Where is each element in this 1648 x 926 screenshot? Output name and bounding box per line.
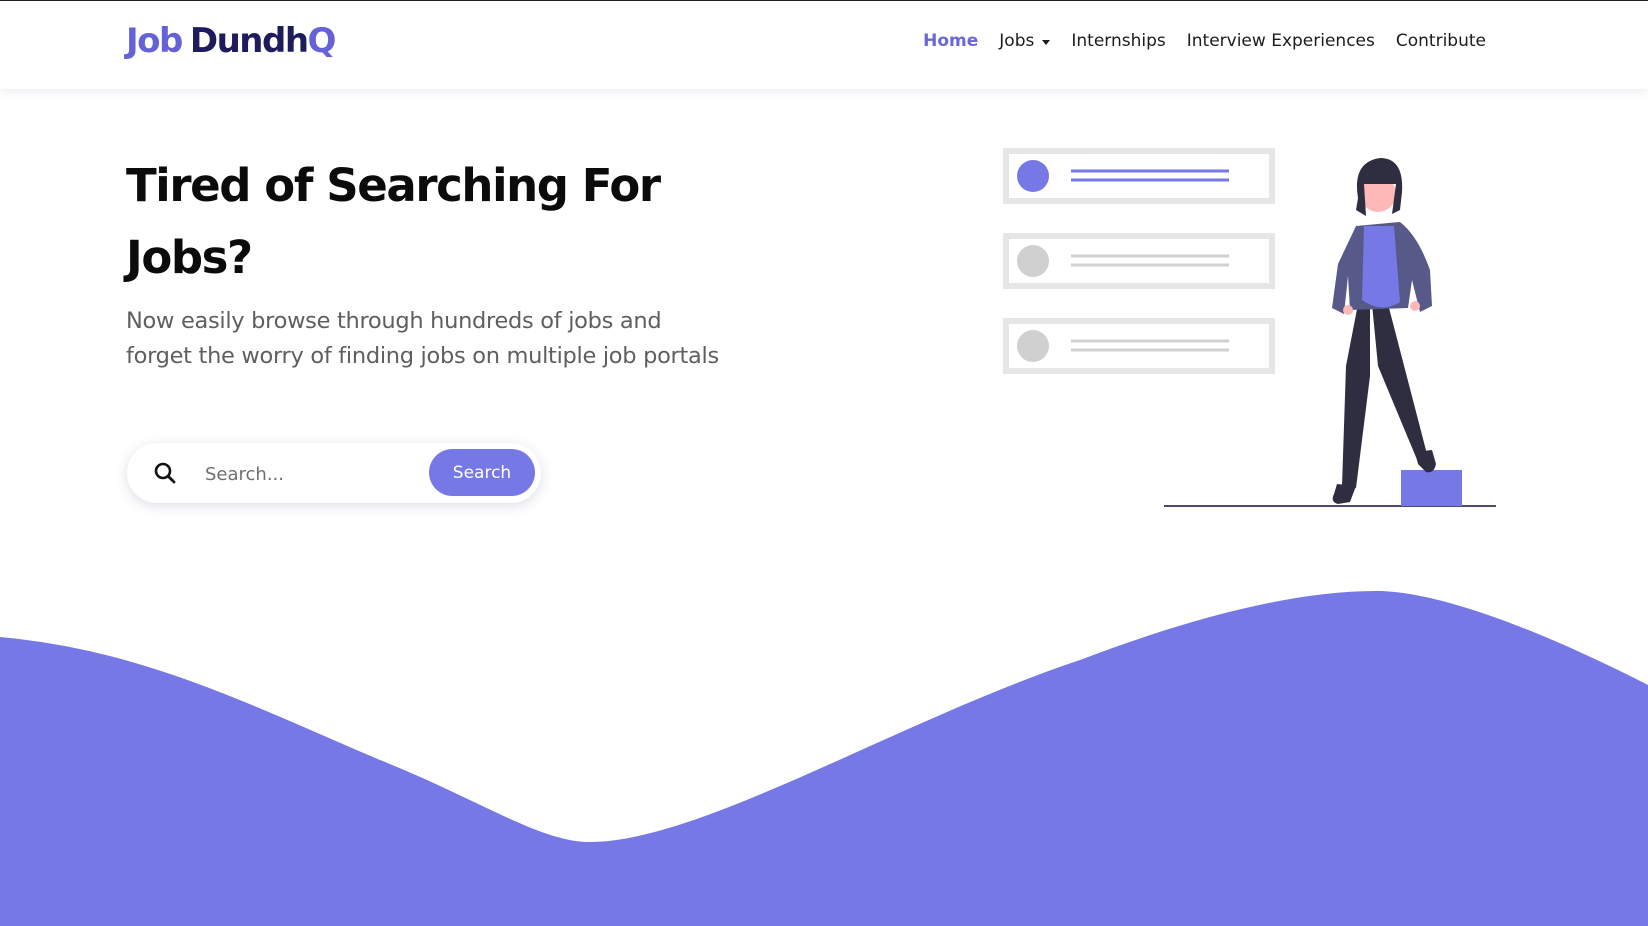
search-button[interactable]: Search (429, 449, 535, 496)
search-bar: Search (127, 443, 541, 503)
nav-item-contribute-label: Contribute (1395, 31, 1486, 51)
list-card (1003, 233, 1275, 289)
logo-text-job: Job (126, 21, 183, 61)
search-icon (154, 462, 176, 484)
woman-figure (1332, 158, 1436, 504)
logo-text-q: Q (307, 21, 337, 61)
nav-item-home[interactable]: Home (923, 31, 978, 51)
background-wave (0, 590, 1648, 926)
hero-title: Tired of Searching For Jobs? (126, 159, 661, 284)
woman-standing-with-list-illustration (1003, 148, 1496, 507)
nav-item-internships[interactable]: Internships (1071, 31, 1165, 51)
nav-item-interview-experiences-label: Interview Experiences (1186, 31, 1375, 51)
search-input[interactable] (203, 457, 417, 491)
logo-text-dundh: Dundh (189, 21, 309, 61)
logo[interactable]: Job Dundh Q (126, 21, 337, 67)
nav-item-jobs[interactable]: Jobs (999, 31, 1051, 51)
nav-item-interview-experiences[interactable]: Interview Experiences (1187, 31, 1375, 51)
nav-item-internships-label: Internships (1071, 31, 1166, 51)
nav-item-jobs-label: Jobs (999, 31, 1035, 51)
nav-item-contribute[interactable]: Contribute (1396, 31, 1486, 51)
nav-item-home-label: Home (923, 31, 979, 51)
main-nav: Home Jobs Internships Interview Experien… (902, 31, 1486, 51)
list-card (1003, 318, 1275, 374)
box-icon (1401, 470, 1462, 506)
hero-subtitle: Now easily browse through hundreds of jo… (126, 308, 719, 369)
list-card-highlighted (1003, 148, 1275, 204)
navbar: Job Dundh Q Home Jobs Internships Interv… (0, 1, 1648, 89)
caret-down-icon (1042, 39, 1051, 45)
